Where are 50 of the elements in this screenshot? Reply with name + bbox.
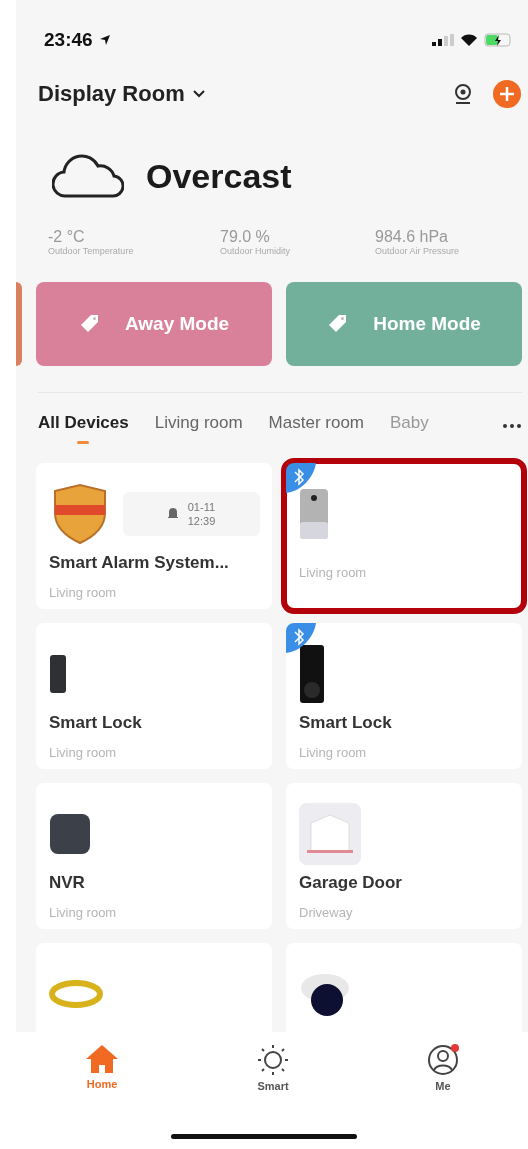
device-name: Smart Lock <box>49 713 143 733</box>
home-icon <box>85 1044 119 1074</box>
weather-label: Outdoor Temperature <box>48 246 135 256</box>
status-time: 23:46 <box>44 29 93 51</box>
chevron-down-icon <box>192 90 205 98</box>
signal-icon <box>432 34 454 46</box>
recorder-box-icon <box>49 813 91 855</box>
sensor-device-icon <box>299 488 329 540</box>
device-room: Living room <box>299 745 368 760</box>
location-arrow-icon <box>98 34 111 46</box>
device-name: NVR <box>49 873 86 893</box>
weather-value: 79.0 % <box>220 228 271 246</box>
nav-tab[interactable]: Smart <box>257 1044 289 1124</box>
add-icon[interactable] <box>492 79 522 109</box>
room-tab[interactable]: All Devices <box>38 413 129 444</box>
device-card[interactable]: Smart Lock Living room <box>36 623 272 769</box>
nav-tab[interactable]: Me <box>427 1044 459 1124</box>
door-lock-icon <box>49 654 67 694</box>
weather-condition: Overcast <box>146 156 292 196</box>
battery-charging-icon <box>484 33 514 47</box>
weather-value: 984.6 hPa <box>375 228 449 246</box>
user-profile-icon <box>427 1044 459 1076</box>
garage-door-icon <box>299 803 361 865</box>
device-card[interactable]: 01-11 12:39 Smart Alarm System... Living room <box>36 463 272 609</box>
room-tab[interactable]: Living room <box>154 413 243 433</box>
bell-icon <box>167 508 178 520</box>
room-tab[interactable]: Master room <box>268 413 365 433</box>
cloud-icon <box>52 154 124 198</box>
camera-icon[interactable] <box>452 83 474 105</box>
device-room: Living room <box>49 585 118 600</box>
device-name: Smart Alarm System... <box>49 553 230 573</box>
device-name: Garage Door <box>299 873 403 893</box>
alert-time: 12:39 <box>187 514 216 529</box>
wifi-icon <box>460 33 478 47</box>
weather-label: Outdoor Air Pressure <box>375 246 461 256</box>
alert-date: 01-11 <box>187 499 216 514</box>
weather-label: Outdoor Humidity <box>220 246 292 256</box>
door-lock-icon <box>299 644 325 704</box>
device-card[interactable]: NVR Living room <box>36 783 272 929</box>
home-selector[interactable]: Display Room <box>38 81 205 107</box>
weather-value: -2 °C <box>48 228 86 246</box>
device-room: Living room <box>49 905 118 920</box>
sun-icon <box>257 1044 289 1076</box>
device-room: Living room <box>49 745 118 760</box>
device-room: Driveway <box>299 905 354 920</box>
coiled-cable-icon <box>49 977 103 1011</box>
device-card[interactable]: Smart Lock Living room <box>286 623 522 769</box>
device-name: Smart Lock <box>299 713 393 733</box>
device-card[interactable]: Garage Door Driveway <box>286 783 522 929</box>
device-room: Living room <box>299 565 368 580</box>
